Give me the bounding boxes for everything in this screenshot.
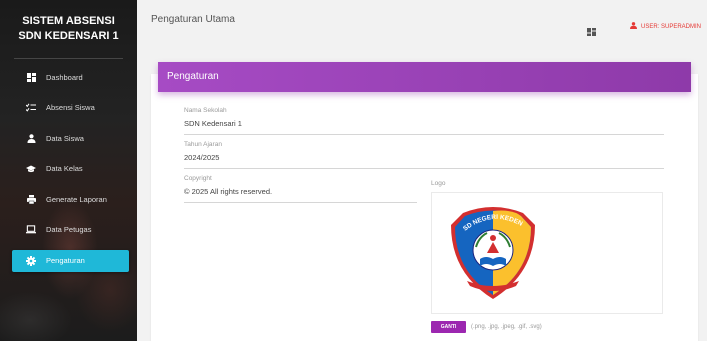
- brand-divider: [14, 58, 123, 59]
- sidebar-item-pengaturan[interactable]: Pengaturan: [12, 249, 129, 272]
- school-name-field[interactable]: Nama Sekolah SDN Kedensari 1: [184, 107, 664, 135]
- sidebar-item-data-petugas[interactable]: Data Petugas: [12, 219, 129, 241]
- logo-field: Logo: [431, 180, 445, 187]
- settings-card: Pengaturan Nama Sekolah SDN Kedensari 1 …: [151, 62, 698, 341]
- sidebar-menu: Dashboard Absensi Siswa Data Siswa Data …: [0, 66, 137, 280]
- print-icon: [26, 194, 36, 204]
- field-underline: [184, 168, 664, 169]
- brand-subtitle: SDN KEDENSARI 1: [18, 30, 119, 42]
- field-underline: [184, 202, 417, 203]
- school-year-field[interactable]: Tahun Ajaran 2024/2025: [184, 141, 664, 169]
- page-title: Pengaturan Utama: [151, 14, 235, 25]
- sidebar-item-label: Data Siswa: [46, 133, 84, 143]
- sidebar-item-label: Generate Laporan: [46, 194, 107, 204]
- sidebar-item-label: Pengaturan: [46, 256, 85, 266]
- checklist-icon: [26, 103, 36, 113]
- logo-preview: SD NEGERI KEDENSARI 1: [431, 192, 663, 314]
- file-type-hint: (.png, .jpg, .jpeg, .gif, .svg): [471, 324, 542, 330]
- laptop-icon: [26, 225, 36, 235]
- graduation-cap-icon: [26, 164, 36, 174]
- field-underline: [184, 134, 664, 135]
- sidebar-item-absensi-siswa[interactable]: Absensi Siswa: [12, 97, 129, 119]
- apps-grid-icon[interactable]: [587, 23, 596, 41]
- school-year-label: Tahun Ajaran: [184, 141, 222, 148]
- sidebar-item-data-kelas[interactable]: Data Kelas: [12, 158, 129, 180]
- brand: SISTEM ABSENSI SDN KEDENSARI 1: [0, 0, 137, 58]
- copyright-field[interactable]: Copyright © 2025 All rights reserved.: [184, 175, 417, 203]
- sidebar-item-label: Dashboard: [46, 72, 83, 82]
- copyright-value[interactable]: © 2025 All rights reserved.: [184, 187, 417, 196]
- school-logo: SD NEGERI KEDENSARI 1: [443, 203, 535, 299]
- dashboard-icon: [26, 72, 36, 82]
- school-name-value[interactable]: SDN Kedensari 1: [184, 119, 664, 128]
- user-menu[interactable]: USER: SUPERADMIN: [630, 22, 701, 31]
- sidebar-item-dashboard[interactable]: Dashboard: [12, 66, 129, 88]
- brand-title: SISTEM ABSENSI: [22, 15, 115, 27]
- sidebar-item-label: Absensi Siswa: [46, 103, 95, 113]
- sidebar-item-label: Data Petugas: [46, 225, 92, 235]
- logo-label: Logo: [431, 180, 446, 187]
- change-logo-button[interactable]: GANTI: [431, 321, 466, 333]
- user-label: USER: SUPERADMIN: [641, 23, 702, 30]
- school-year-value[interactable]: 2024/2025: [184, 153, 664, 162]
- sidebar: SISTEM ABSENSI SDN KEDENSARI 1 Dashboard…: [0, 0, 137, 341]
- person-icon: [26, 133, 36, 143]
- school-name-label: Nama Sekolah: [184, 107, 227, 114]
- copyright-label: Copyright: [184, 175, 212, 182]
- user-icon: [630, 22, 637, 31]
- sidebar-item-label: Data Kelas: [46, 164, 83, 174]
- card-header: Pengaturan: [158, 62, 691, 92]
- gear-icon: [26, 255, 36, 266]
- sidebar-item-data-siswa[interactable]: Data Siswa: [12, 127, 129, 149]
- sidebar-item-generate-laporan[interactable]: Generate Laporan: [12, 188, 129, 210]
- top-bar: Pengaturan Utama USER: SUPERADMIN: [137, 0, 707, 60]
